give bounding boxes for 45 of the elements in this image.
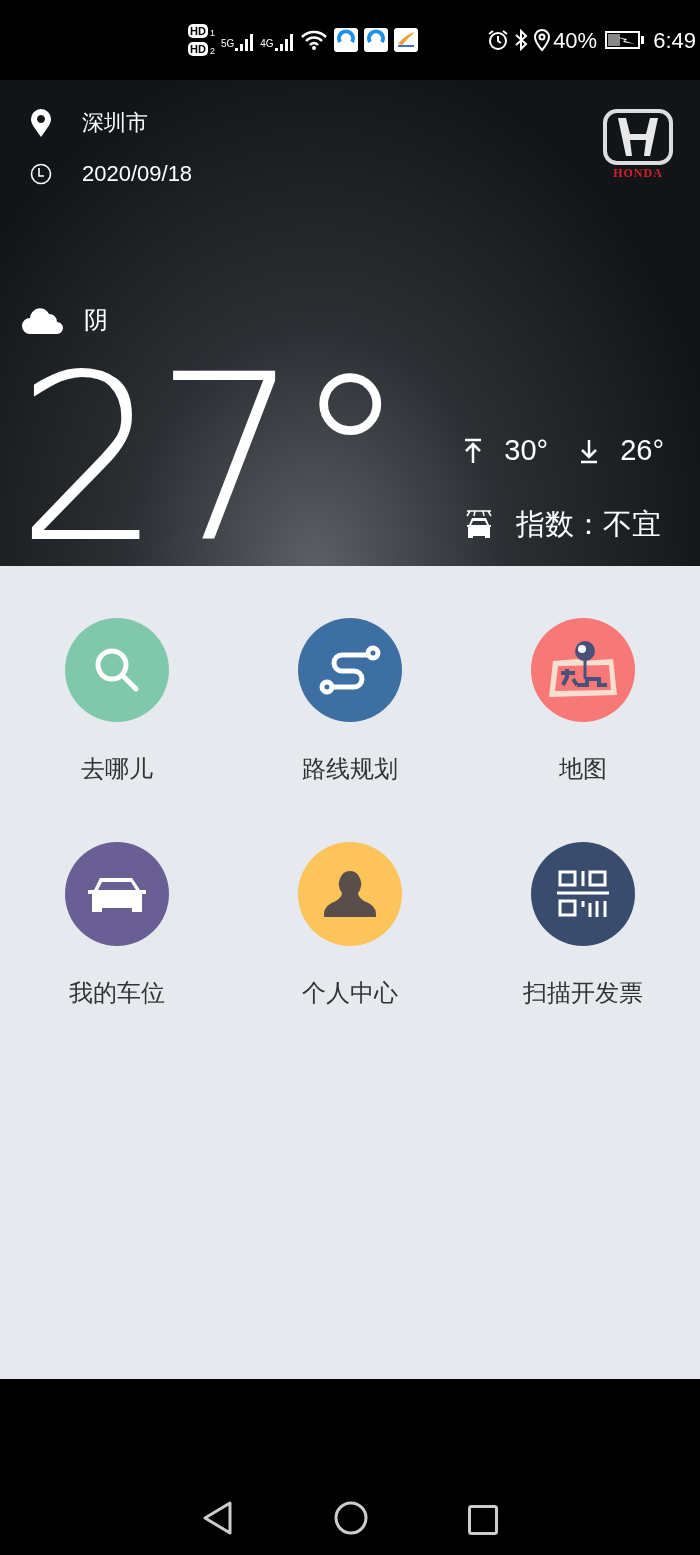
clock-icon	[30, 162, 52, 185]
battery-percentage: 40%	[553, 26, 598, 55]
location-pin-icon	[30, 108, 52, 137]
temperature: 27°	[16, 360, 400, 560]
person-icon	[323, 869, 377, 919]
date: 2020/09/18	[82, 160, 193, 188]
city-name: 深圳市	[82, 109, 148, 137]
feature-label[interactable]: 地图	[559, 754, 608, 784]
feature-label[interactable]: 去哪儿	[80, 754, 153, 784]
feature-label[interactable]: 我的车位	[68, 978, 165, 1008]
car-wash-index: 指数：不宜	[516, 506, 662, 542]
app-icon	[363, 28, 388, 52]
cloud-icon	[22, 306, 64, 334]
recent-apps-button[interactable]	[468, 1505, 498, 1535]
car-wash-icon	[464, 509, 495, 540]
qr-code-icon	[557, 869, 610, 919]
hd-label: HD	[188, 24, 208, 38]
network-type: 4G	[260, 37, 274, 51]
emblem-icon	[602, 108, 674, 166]
route-icon	[318, 645, 382, 695]
feature-label[interactable]: 个人中心	[302, 978, 398, 1008]
sim-slot-number: 1	[209, 28, 215, 38]
app-icon	[333, 28, 358, 52]
home-button[interactable]	[334, 1501, 368, 1535]
brand-name: HONDA	[613, 166, 663, 180]
feature-label[interactable]: 路线规划	[302, 754, 398, 784]
high-temperature: 30°	[504, 433, 549, 468]
app-icon	[393, 28, 418, 52]
battery-charging-icon	[605, 30, 646, 50]
hd-label: HD	[188, 42, 208, 56]
sim-slot-number: 2	[209, 46, 215, 56]
weather-condition: 阴	[84, 305, 108, 335]
low-temperature: 26°	[620, 433, 664, 468]
clock: 6:49	[653, 26, 696, 55]
network-type: 5G	[220, 37, 235, 51]
bluetooth-icon	[513, 29, 530, 51]
high-temperature-icon	[464, 437, 483, 464]
signal-icon	[234, 32, 255, 52]
low-temperature-icon	[580, 437, 599, 464]
back-button[interactable]	[202, 1501, 234, 1535]
wifi-icon	[299, 29, 328, 51]
location-icon	[533, 29, 552, 51]
signal-icon	[273, 32, 294, 52]
feature-label[interactable]: 扫描开发票	[523, 978, 644, 1008]
alarm-icon	[487, 29, 510, 51]
